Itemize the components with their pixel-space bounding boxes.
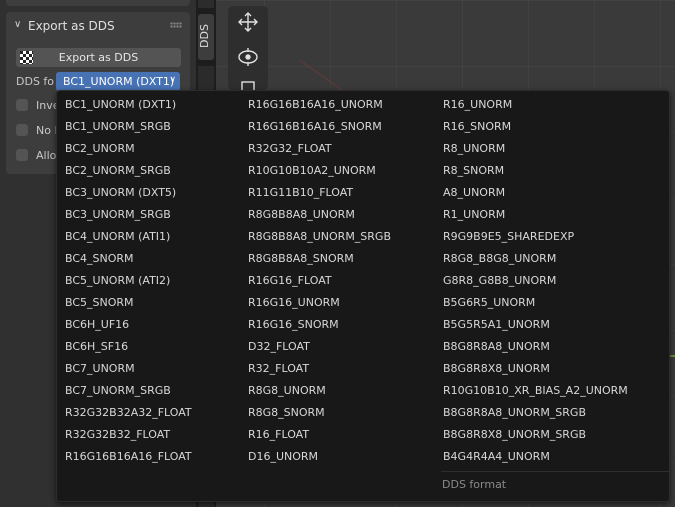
grip-icon[interactable] xyxy=(170,22,182,28)
export-dds-button[interactable]: Export as DDS xyxy=(16,48,181,67)
menu-item[interactable]: R8_UNORM xyxy=(435,138,623,160)
menu-item[interactable]: R1_UNORM xyxy=(435,204,623,226)
menu-item[interactable]: R16_SNORM xyxy=(435,116,623,138)
menu-item[interactable]: R16_UNORM xyxy=(435,94,623,116)
menu-item[interactable]: R32G32_FLOAT xyxy=(240,138,428,160)
menu-item[interactable]: R9G9B9E5_SHAREDEXP xyxy=(435,226,623,248)
menu-item[interactable]: R11G11B10_FLOAT xyxy=(240,182,428,204)
menu-item[interactable]: BC2_UNORM_SRGB xyxy=(57,160,245,182)
menu-item[interactable]: R16G16B16A16_FLOAT xyxy=(57,446,245,468)
menu-item[interactable]: BC6H_SF16 xyxy=(57,336,245,358)
export-button-label: Export as DDS xyxy=(58,51,139,64)
dds-format-value: BC1_UNORM (DXT1) xyxy=(63,75,175,88)
menu-item[interactable]: R8G8_B8G8_UNORM xyxy=(435,248,623,270)
checkbox[interactable] xyxy=(16,149,28,161)
menu-item[interactable]: BC5_UNORM (ATI2) xyxy=(57,270,245,292)
menu-column-1: BC1_UNORM (DXT1) BC1_UNORM_SRGB BC2_UNORM B… xyxy=(57,94,245,468)
menu-item[interactable]: R10G10B10_XR_BIAS_A2_UNORM xyxy=(435,380,628,402)
menu-separator xyxy=(441,471,669,472)
menu-item[interactable]: BC3_UNORM (DXT5) xyxy=(57,182,245,204)
menu-item[interactable]: BC1_UNORM (DXT1) xyxy=(57,94,245,116)
menu-item[interactable]: B8G8R8X8_UNORM_SRGB xyxy=(435,424,623,446)
panel-header[interactable]: ∨ Export as DDS xyxy=(6,12,190,38)
menu-item[interactable]: R16G16_SNORM xyxy=(240,314,428,336)
dds-format-select[interactable]: BC1_UNORM (DXT1) ∨ xyxy=(56,72,180,91)
panel-title: Export as DDS xyxy=(28,19,115,33)
menu-item[interactable]: B5G6R5_UNORM xyxy=(435,292,623,314)
chevron-down-icon: ∨ xyxy=(169,75,176,85)
menu-item[interactable]: BC5_SNORM xyxy=(57,292,245,314)
dds-format-label: DDS fo xyxy=(16,75,55,88)
menu-item[interactable]: G8R8_G8B8_UNORM xyxy=(435,270,623,292)
menu-item[interactable]: BC7_UNORM xyxy=(57,358,245,380)
menu-item[interactable]: R32G32B32A32_FLOAT xyxy=(57,402,245,424)
menu-item[interactable]: R16G16B16A16_SNORM xyxy=(240,116,428,138)
view-icon[interactable] xyxy=(234,76,262,90)
menu-item[interactable]: BC3_UNORM_SRGB xyxy=(57,204,245,226)
menu-item[interactable]: R8G8B8A8_SNORM xyxy=(240,248,428,270)
menu-item[interactable]: B8G8R8A8_UNORM xyxy=(435,336,623,358)
menu-item[interactable]: D32_FLOAT xyxy=(240,336,428,358)
dds-format-dropdown-menu: BC1_UNORM (DXT1) BC1_UNORM_SRGB BC2_UNORM B… xyxy=(56,90,670,502)
tab-dds-label: DDS xyxy=(198,24,211,48)
menu-item[interactable]: R8G8_UNORM xyxy=(240,380,428,402)
move-arrows-icon[interactable] xyxy=(234,8,262,36)
previous-panel-edge[interactable] xyxy=(6,0,190,6)
menu-item[interactable]: D16_UNORM xyxy=(240,446,428,468)
menu-item[interactable]: A8_UNORM xyxy=(435,182,623,204)
menu-item[interactable]: B8G8R8X8_UNORM xyxy=(435,358,623,380)
menu-item[interactable]: B5G5R5A1_UNORM xyxy=(435,314,623,336)
menu-item[interactable]: BC6H_UF16 xyxy=(57,314,245,336)
checkbox[interactable] xyxy=(16,99,28,111)
menu-item[interactable]: R32_FLOAT xyxy=(240,358,428,380)
menu-item[interactable]: R8_SNORM xyxy=(435,160,623,182)
menu-column-2: R16G16B16A16_UNORM R16G16B16A16_SNORM R32G… xyxy=(240,94,428,468)
menu-item[interactable]: B8G8R8A8_UNORM_SRGB xyxy=(435,402,623,424)
menu-footer: DDS format xyxy=(442,478,507,491)
navigation-gizmo xyxy=(228,6,268,90)
menu-item[interactable]: BC4_UNORM (ATI1) xyxy=(57,226,245,248)
menu-item[interactable]: R16_FLOAT xyxy=(240,424,428,446)
menu-item[interactable]: R16G16_FLOAT xyxy=(240,270,428,292)
rotate-view-icon[interactable] xyxy=(234,43,262,71)
menu-item[interactable]: R16G16_UNORM xyxy=(240,292,428,314)
menu-item[interactable]: BC2_UNORM xyxy=(57,138,245,160)
checkbox[interactable] xyxy=(16,124,28,136)
menu-item[interactable]: R8G8B8A8_UNORM xyxy=(240,204,428,226)
menu-column-3: R16_UNORM R16_SNORM R8_UNORM R8_SNORM A8_UNO… xyxy=(435,94,628,468)
menu-item[interactable]: B4G4R4A4_UNORM xyxy=(435,446,623,468)
menu-item[interactable]: R16G16B16A16_UNORM xyxy=(240,94,428,116)
menu-item[interactable]: R8G8B8A8_UNORM_SRGB xyxy=(240,226,428,248)
tab-dds[interactable]: DDS xyxy=(198,14,214,60)
menu-item[interactable]: BC1_UNORM_SRGB xyxy=(57,116,245,138)
menu-item[interactable]: R32G32B32_FLOAT xyxy=(57,424,245,446)
chevron-down-icon[interactable]: ∨ xyxy=(14,19,21,30)
menu-item[interactable]: R8G8_SNORM xyxy=(240,402,428,424)
tab-above[interactable] xyxy=(198,0,214,8)
menu-item[interactable]: BC4_SNORM xyxy=(57,248,245,270)
menu-item[interactable]: BC7_UNORM_SRGB xyxy=(57,380,245,402)
menu-item[interactable]: R10G10B10A2_UNORM xyxy=(240,160,428,182)
